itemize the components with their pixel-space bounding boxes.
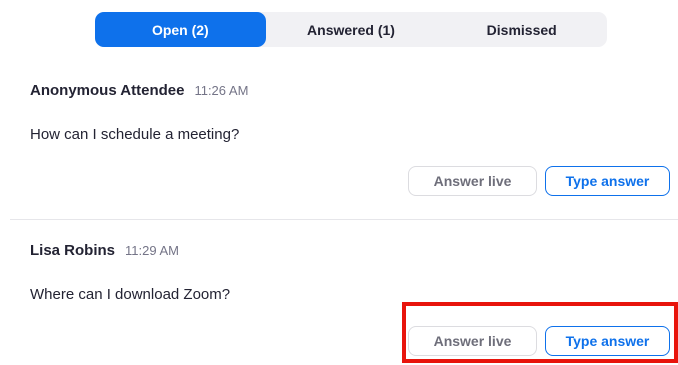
answer-live-button[interactable]: Answer live [408,326,537,356]
question-time: 11:26 AM [194,83,249,98]
question-actions: Answer live Type answer [408,166,670,196]
type-answer-button[interactable]: Type answer [545,326,670,356]
question-actions: Answer live Type answer [408,326,670,356]
question-time: 11:29 AM [125,243,179,258]
qa-tab-bar: Open (2) Answered (1) Dismissed [95,12,607,47]
type-answer-button[interactable]: Type answer [545,166,670,196]
question-text: How can I schedule a meeting? [30,126,240,143]
question-text: Where can I download Zoom? [30,286,231,303]
question-author: Lisa Robins [30,242,116,259]
question-author: Anonymous Attendee [30,82,185,99]
tab-dismissed[interactable]: Dismissed [436,12,607,47]
answer-live-button[interactable]: Answer live [408,166,537,196]
tab-open[interactable]: Open (2) [95,12,266,47]
question-header: Anonymous Attendee 11:26 AM [30,82,248,99]
question-divider [10,219,678,220]
question-header: Lisa Robins 11:29 AM [30,242,179,259]
tab-answered[interactable]: Answered (1) [266,12,437,47]
